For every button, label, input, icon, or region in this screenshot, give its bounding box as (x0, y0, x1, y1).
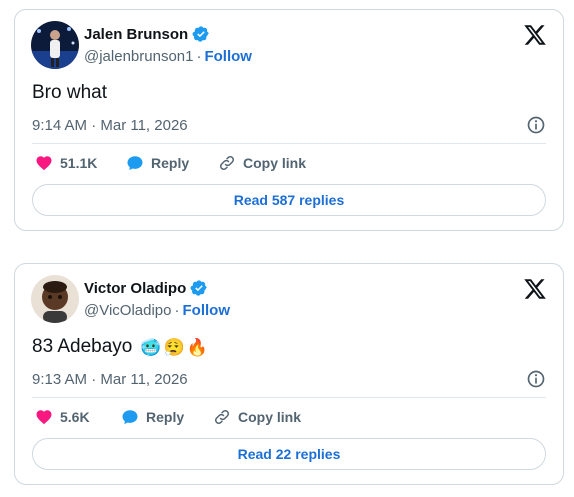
heart-icon (36, 410, 52, 425)
like-count: 51.1K (60, 155, 98, 171)
tweet-card: Jalen Brunson @jalenbrunson1 · Follow Bro … (14, 9, 564, 231)
action-bar: 51.1K Reply Copy link (35, 154, 306, 172)
action-bar: 5.6K Reply Copy link (35, 408, 301, 426)
reply-bubble-icon (122, 410, 138, 425)
follow-link[interactable]: Follow (183, 302, 231, 319)
author-handle[interactable]: @VicOladipo (84, 302, 172, 319)
info-icon[interactable] (526, 369, 546, 389)
like-button[interactable]: 5.6K (35, 408, 121, 426)
link-icon (219, 155, 235, 171)
author-handle[interactable]: @jalenbrunson1 (84, 48, 193, 65)
follow-link[interactable]: Follow (204, 48, 252, 65)
info-icon[interactable] (526, 115, 546, 135)
separator: · (174, 302, 180, 319)
tweet-card: Victor Oladipo @VicOladipo · Follow 83 Ade… (14, 263, 564, 485)
reply-label: Reply (146, 409, 185, 425)
copy-link-label: Copy link (238, 409, 302, 425)
copy-link-label: Copy link (243, 155, 307, 171)
reply-bubble-icon (127, 156, 143, 171)
heart-icon (36, 156, 52, 171)
timestamp[interactable]: 9:13 AM · Mar 11, 2026 (32, 371, 188, 388)
divider (32, 143, 546, 144)
handle-row: @jalenbrunson1 · Follow (84, 48, 252, 65)
x-logo-icon[interactable] (523, 277, 547, 301)
copy-link-button[interactable]: Copy link (213, 408, 301, 426)
cold-face-emoji: 🥶 (140, 337, 162, 357)
reply-label: Reply (151, 155, 190, 171)
like-count: 5.6K (60, 409, 90, 425)
read-replies-button[interactable]: Read 587 replies (32, 184, 546, 216)
x-logo-icon[interactable] (523, 23, 547, 47)
reply-button[interactable]: Reply (126, 154, 218, 172)
avatar[interactable] (31, 275, 79, 323)
author-name[interactable]: Victor Oladipo (84, 280, 186, 297)
reply-button[interactable]: Reply (121, 408, 213, 426)
separator: · (196, 48, 202, 65)
copy-link-button[interactable]: Copy link (218, 154, 306, 172)
avatar[interactable] (31, 21, 79, 69)
like-button[interactable]: 51.1K (35, 154, 126, 172)
divider (32, 397, 546, 398)
tweet-text: 83 Adebayo 🥶 😮‍💨 🔥 (32, 336, 208, 358)
handle-row: @VicOladipo · Follow (84, 302, 230, 319)
author-name-row: Victor Oladipo (84, 279, 208, 297)
fire-emoji: 🔥 (186, 337, 208, 357)
timestamp[interactable]: 9:14 AM · Mar 11, 2026 (32, 117, 188, 134)
link-icon (214, 409, 230, 425)
read-replies-button[interactable]: Read 22 replies (32, 438, 546, 470)
exhale-face-emoji: 😮‍💨 (163, 337, 185, 357)
author-name[interactable]: Jalen Brunson (84, 26, 188, 43)
verified-badge-icon (192, 26, 209, 42)
verified-badge-icon (190, 280, 207, 296)
tweet-text: Bro what (32, 82, 107, 104)
author-name-row: Jalen Brunson (84, 25, 210, 43)
tweet-text-body: Bro what (32, 82, 107, 103)
tweet-text-body: 83 Adebayo (32, 336, 133, 357)
